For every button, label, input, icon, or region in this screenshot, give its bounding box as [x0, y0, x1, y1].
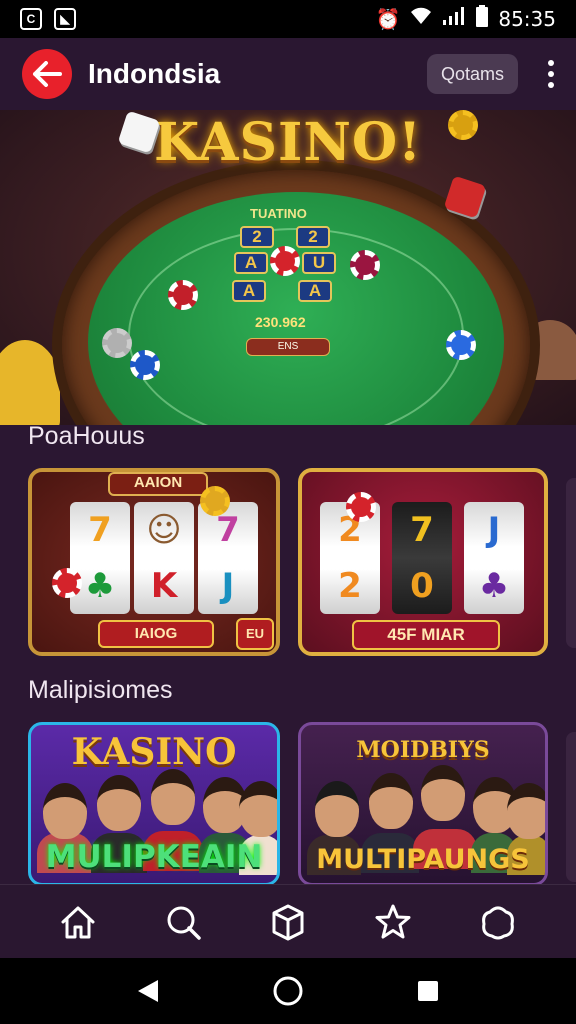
slot-bottom-label: 45F MIAR: [352, 620, 500, 650]
alarm-icon: ⏰: [375, 8, 401, 31]
wifi-icon: [410, 7, 432, 31]
card: A: [234, 252, 268, 274]
image-notification-icon: ◣: [54, 8, 76, 30]
felt-label: TUATINO: [250, 206, 307, 221]
multi-tile-subtitle: MULTIPAUNGS: [316, 844, 530, 875]
multi-tile-title: KASINO: [71, 731, 237, 773]
player-face: [369, 773, 413, 829]
notification-icon: C: [20, 8, 42, 30]
nav-games[interactable]: [264, 898, 312, 946]
player-face: [97, 775, 141, 831]
section-label-2: Malipisiomes: [28, 676, 173, 704]
status-bar: C ◣ ⏰ 85:35: [0, 0, 576, 38]
slot-bottom-label: IAIOG: [98, 620, 214, 648]
card: A: [232, 280, 266, 302]
page-title: Indondsia: [88, 58, 221, 89]
profile-icon: [481, 906, 514, 939]
slot-game-tile[interactable]: 22 70 J ♣ 45F MIAR: [298, 468, 548, 656]
multi-tile-title: MOIDBIYS: [356, 737, 490, 763]
home-icon: [61, 906, 95, 938]
star-icon: [375, 904, 411, 938]
felt-button[interactable]: ENS: [246, 338, 330, 356]
card: A: [298, 280, 332, 302]
nav-home[interactable]: [54, 898, 102, 946]
nav-favorites[interactable]: [369, 898, 417, 946]
reel: ☺ K: [134, 502, 194, 614]
slot-badge: EU: [236, 618, 274, 650]
chip-icon: [168, 280, 198, 310]
dice-icon: [443, 175, 487, 219]
card: 2: [296, 226, 330, 248]
chip-icon: [270, 246, 300, 276]
app-root: C ◣ ⏰ 85:35 Indondsia Qotams KASINO! TUA…: [0, 0, 576, 1024]
chip-icon: [52, 568, 82, 598]
player-left-figure: [0, 340, 60, 425]
system-home-icon[interactable]: [272, 975, 304, 1007]
felt-amount: 230.962: [255, 314, 306, 330]
multi-tile-subtitle: MULIPKEAIN: [45, 839, 263, 875]
slot-game-tile[interactable]: AAION 7 ♣ ☺ K 7J IAIOG EU: [28, 468, 280, 656]
bottom-navigation: [0, 884, 576, 958]
system-recents-icon[interactable]: [416, 979, 440, 1003]
reel: 7J: [198, 502, 258, 614]
next-tile-peek[interactable]: [566, 732, 576, 882]
signal-icon: [442, 6, 466, 32]
multiplayer-game-tile[interactable]: MOIDBIYS MULTIPAUNGS: [298, 722, 548, 886]
status-time: 85:35: [498, 7, 556, 31]
player-face: [421, 765, 465, 821]
search-icon: [167, 906, 201, 940]
reel: 7 ♣: [70, 502, 130, 614]
system-back-icon[interactable]: [136, 978, 160, 1004]
next-tile-peek[interactable]: [566, 478, 576, 648]
reel: 70: [392, 502, 452, 614]
coin-icon: [200, 486, 230, 516]
player-face: [239, 781, 277, 837]
header-pill-button[interactable]: Qotams: [426, 54, 518, 94]
player-face: [151, 769, 195, 825]
hero-title: KASINO!: [154, 112, 422, 173]
battery-icon: [476, 5, 489, 33]
multiplayer-game-tile[interactable]: KASINO MULIPKEAIN: [28, 722, 280, 886]
player-face: [507, 783, 545, 839]
back-button[interactable]: [22, 49, 72, 99]
player-face: [315, 781, 359, 837]
nav-search[interactable]: [159, 898, 207, 946]
app-bar: Indondsia Qotams: [0, 38, 576, 110]
card: U: [302, 252, 336, 274]
slot-top-label: AAION: [108, 472, 208, 496]
chip-icon: [346, 492, 376, 522]
chip-icon: [448, 110, 478, 140]
section-label-1: PoaHouus: [28, 422, 145, 450]
nav-profile[interactable]: [474, 898, 522, 946]
arrow-left-icon: [33, 61, 62, 87]
more-options-icon[interactable]: [548, 60, 554, 88]
reel: 22: [320, 502, 380, 614]
chip-icon: [446, 330, 476, 360]
chip-icon: [350, 250, 380, 280]
chip-icon: [102, 328, 132, 358]
reel: J ♣: [464, 502, 524, 614]
box-icon: [272, 904, 304, 940]
system-navigation-bar: [0, 958, 576, 1024]
player-face: [43, 783, 87, 839]
chip-icon: [130, 350, 160, 380]
hero-banner[interactable]: KASINO! TUATINO 2 2 A U A A 230.962 ENS: [0, 110, 576, 425]
card: 2: [240, 226, 274, 248]
